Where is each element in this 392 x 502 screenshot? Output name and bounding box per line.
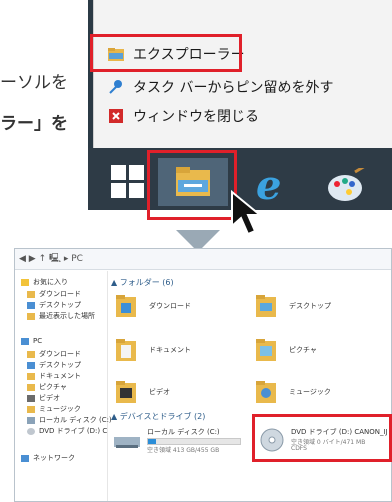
star-icon — [21, 278, 29, 286]
windows-logo-icon[interactable] — [111, 165, 145, 199]
jumplist-item-close-window[interactable]: ウィンドウを閉じる — [107, 104, 259, 128]
folder-icon — [116, 381, 136, 403]
drives-section-header[interactable]: ▲ デバイスとドライブ (2) — [111, 411, 205, 422]
folder-icon — [27, 290, 35, 298]
drive-usage-bar — [147, 438, 241, 445]
folder-icon — [116, 295, 136, 317]
folder-tile[interactable]: ピクチャ — [255, 337, 317, 363]
nav-item[interactable]: DVD ドライブ (D:) C — [27, 426, 107, 436]
nav-item[interactable]: デスクトップ — [27, 360, 81, 370]
folder-tile[interactable]: ミュージック — [255, 379, 331, 405]
pc-icon — [21, 337, 29, 345]
folder-icon — [27, 383, 35, 391]
folder-tile[interactable]: デスクトップ — [255, 293, 331, 319]
close-icon — [107, 107, 125, 125]
navigation-pane: お気に入り ダウンロード デスクトップ 最近表示した場所 PC ダウンロード デ… — [15, 271, 112, 501]
internet-explorer-icon[interactable]: e — [256, 162, 281, 209]
unpin-icon — [107, 78, 125, 96]
folder-icon — [27, 372, 35, 380]
folder-tile[interactable]: ドキュメント — [115, 337, 191, 363]
drive-usage-fill — [148, 439, 157, 444]
highlight-box-taskbar-explorer — [147, 150, 237, 220]
folder-icon — [256, 381, 276, 403]
folder-icon — [27, 405, 35, 413]
nav-item[interactable]: デスクトップ — [27, 300, 81, 310]
folder-icon — [256, 339, 276, 361]
highlight-box-dvd-drive — [252, 414, 392, 462]
folder-icon — [27, 394, 35, 402]
nav-item[interactable]: ピクチャ — [27, 382, 67, 392]
paint-icon[interactable] — [325, 164, 367, 204]
dvd-icon — [27, 427, 35, 435]
instruction-text-line2: ラー」を — [0, 114, 68, 134]
network-icon — [21, 454, 29, 462]
nav-item[interactable]: ダウンロード — [27, 289, 81, 299]
folder-icon — [116, 339, 136, 361]
explorer-window: ◀ ▶ ↑ 🖳 ▸ PC お気に入り ダウンロード デスクトップ 最近表示した場… — [14, 248, 392, 502]
folder-icon — [27, 312, 35, 320]
nav-network[interactable]: ネットワーク — [21, 453, 75, 463]
folder-tile[interactable]: ダウンロード — [115, 293, 191, 319]
nav-favorites[interactable]: お気に入り — [21, 277, 68, 287]
highlight-box-explorer-item — [90, 34, 242, 72]
folder-icon — [27, 301, 35, 309]
nav-pc[interactable]: PC — [21, 337, 42, 345]
nav-item[interactable]: ミュージック — [27, 404, 81, 414]
drive-icon — [27, 416, 35, 424]
nav-item[interactable]: ローカル ディスク (C:) — [27, 415, 112, 425]
folders-section-header[interactable]: ▲ フォルダー (6) — [111, 277, 174, 288]
nav-item[interactable]: ダウンロード — [27, 349, 81, 359]
nav-item[interactable]: ビデオ — [27, 393, 60, 403]
nav-item[interactable]: ドキュメント — [27, 371, 81, 381]
folder-icon — [27, 350, 35, 358]
jumplist-item-label: ウィンドウを閉じる — [133, 109, 259, 125]
folder-icon — [27, 361, 35, 369]
nav-item[interactable]: 最近表示した場所 — [27, 311, 95, 321]
folder-tile[interactable]: ビデオ — [115, 379, 170, 405]
jumplist-item-unpin[interactable]: タスク バーからピン留めを外す — [107, 75, 333, 99]
drive-icon — [114, 437, 140, 448]
instruction-text-line1: ーソルを — [0, 73, 68, 93]
address-bar[interactable]: ◀ ▶ ↑ 🖳 ▸ PC — [15, 249, 391, 270]
folder-icon — [256, 295, 276, 317]
jumplist-item-label: タスク バーからピン留めを外す — [133, 80, 334, 96]
